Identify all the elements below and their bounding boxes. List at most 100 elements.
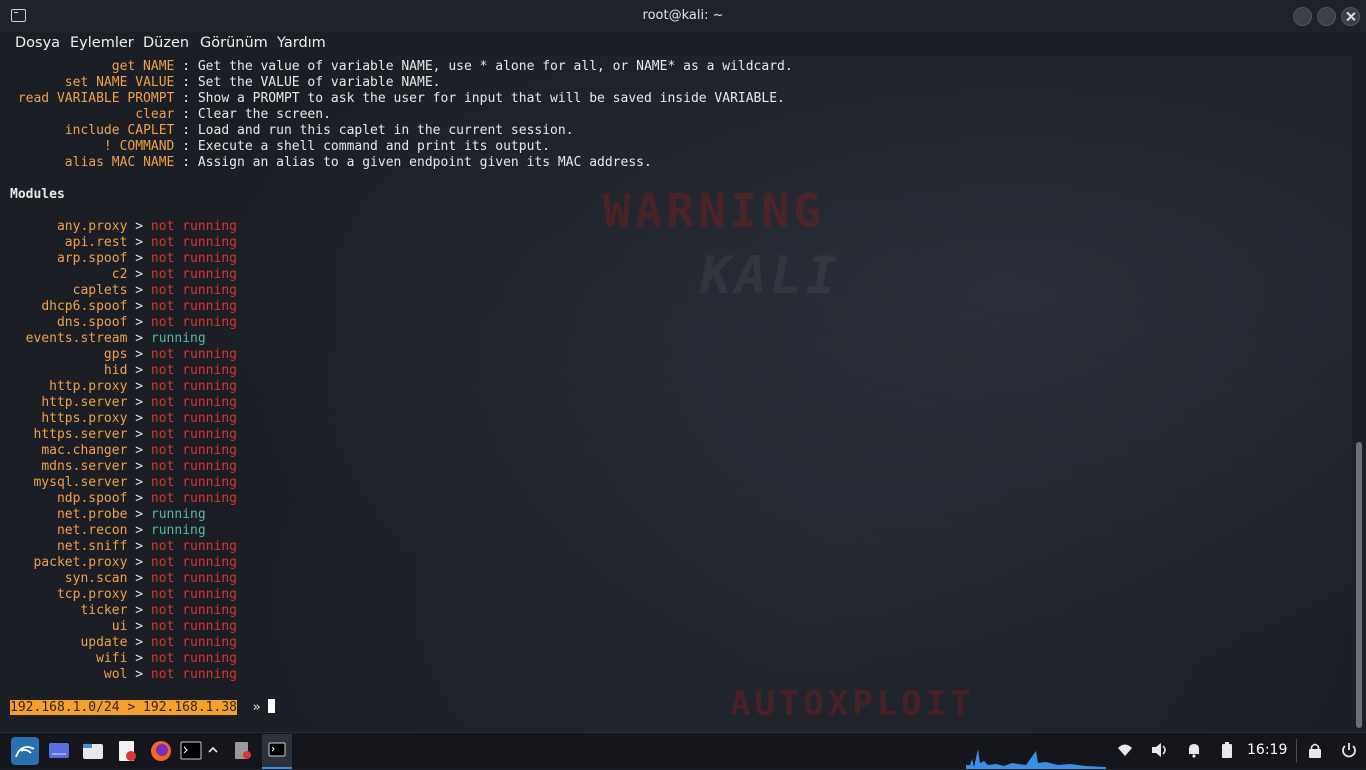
- module-name: c2: [111, 267, 128, 282]
- module-status: not running: [150, 363, 237, 378]
- text-cursor[interactable]: [268, 699, 276, 713]
- padding: [10, 155, 65, 170]
- help-command: get NAME: [111, 59, 175, 74]
- separator: >: [127, 571, 151, 586]
- battery-icon[interactable]: [1221, 742, 1233, 762]
- separator: :: [174, 155, 198, 170]
- module-name: mdns.server: [41, 459, 128, 474]
- module-row: api.rest > not running: [10, 235, 1352, 251]
- volume-icon[interactable]: [1151, 742, 1169, 762]
- module-row: dhcp6.spoof > not running: [10, 299, 1352, 315]
- file-manager-icon[interactable]: [82, 740, 104, 762]
- module-row: http.proxy > not running: [10, 379, 1352, 395]
- module-row: packet.proxy > not running: [10, 555, 1352, 571]
- module-status: not running: [150, 491, 237, 506]
- padding: [237, 700, 253, 715]
- close-button[interactable]: [1341, 7, 1360, 26]
- module-name: events.stream: [25, 331, 128, 346]
- lock-icon[interactable]: [1308, 742, 1322, 762]
- module-name: net.sniff: [56, 539, 128, 554]
- module-name: caplets: [72, 283, 128, 298]
- network-activity-graph: [966, 749, 1106, 769]
- menu-edit[interactable]: Düzen: [143, 35, 189, 51]
- kali-menu-icon[interactable]: [11, 737, 39, 765]
- firefox-icon[interactable]: [150, 740, 172, 762]
- padding: [10, 379, 49, 394]
- module-name: packet.proxy: [33, 555, 128, 570]
- help-command: set NAME VALUE: [64, 75, 175, 90]
- module-row: ui > not running: [10, 619, 1352, 635]
- terminal-scrollbar[interactable]: [1352, 56, 1366, 732]
- padding: [10, 91, 18, 106]
- minimize-button[interactable]: [1293, 7, 1312, 26]
- padding: [10, 555, 33, 570]
- workspace-icon[interactable]: [48, 740, 70, 762]
- module-status: not running: [150, 603, 237, 618]
- separator: >: [127, 219, 151, 234]
- module-name: arp.spoof: [56, 251, 128, 266]
- padding: [10, 539, 57, 554]
- module-row: net.probe > running: [10, 507, 1352, 523]
- separator: >: [127, 619, 151, 634]
- module-row: wol > not running: [10, 667, 1352, 683]
- padding: [10, 59, 112, 74]
- padding: [10, 491, 57, 506]
- prompt-line[interactable]: 192.168.1.0/24 > 192.168.1.38 »: [10, 699, 1352, 715]
- separator: >: [127, 603, 151, 618]
- scrollbar-thumb[interactable]: [1356, 442, 1362, 728]
- notification-bell-icon[interactable]: [1186, 742, 1202, 762]
- menu-view[interactable]: Görünüm: [200, 35, 268, 51]
- separator: >: [127, 587, 151, 602]
- separator: :: [174, 107, 198, 122]
- padding: [10, 75, 65, 90]
- padding: [10, 443, 41, 458]
- tray-divider: [1296, 739, 1297, 763]
- help-description: Load and run this caplet in the current …: [197, 123, 574, 138]
- help-line: include CAPLET : Load and run this caple…: [10, 123, 1352, 139]
- padding: [10, 635, 80, 650]
- menu-actions[interactable]: Eylemler: [70, 35, 134, 51]
- maximize-button[interactable]: [1317, 7, 1336, 26]
- terminal-view[interactable]: WARNING KALI AUTOXPLOIT get NAME : Get t…: [0, 56, 1352, 732]
- help-command: ! COMMAND: [103, 139, 175, 154]
- padding: [10, 299, 41, 314]
- app-icon[interactable]: [232, 740, 254, 762]
- module-name: http.proxy: [49, 379, 128, 394]
- padding: [10, 411, 41, 426]
- module-row: ticker > not running: [10, 603, 1352, 619]
- module-row: c2 > not running: [10, 267, 1352, 283]
- padding: [10, 427, 33, 442]
- wifi-icon[interactable]: [1117, 742, 1133, 762]
- help-description: Set the VALUE of variable NAME.: [197, 75, 441, 90]
- module-status: not running: [150, 459, 237, 474]
- separator: >: [127, 635, 151, 650]
- chevron-up-icon[interactable]: [206, 742, 228, 764]
- separator: >: [127, 379, 151, 394]
- menu-bar: Dosya Eylemler Düzen Görünüm Yardım: [0, 32, 1366, 56]
- menu-help[interactable]: Yardım: [277, 35, 326, 51]
- terminal-icon[interactable]: [180, 740, 202, 762]
- text-editor-icon[interactable]: [116, 740, 138, 762]
- taskbar-clock[interactable]: 16:19: [1247, 742, 1287, 758]
- window-titlebar[interactable]: root@kali: ~: [0, 0, 1366, 33]
- module-name: ticker: [80, 603, 128, 618]
- module-status: not running: [150, 299, 237, 314]
- power-icon[interactable]: [1341, 742, 1357, 762]
- module-status: not running: [150, 555, 237, 570]
- active-terminal-icon[interactable]: [262, 734, 292, 769]
- padding: [10, 107, 135, 122]
- padding: [10, 523, 57, 538]
- padding: [10, 219, 57, 234]
- module-row: hid > not running: [10, 363, 1352, 379]
- module-row: net.sniff > not running: [10, 539, 1352, 555]
- module-name: dhcp6.spoof: [41, 299, 128, 314]
- help-description: Get the value of variable NAME, use * al…: [197, 59, 793, 74]
- window-title: root@kali: ~: [642, 8, 724, 23]
- separator: >: [127, 347, 151, 362]
- module-row: update > not running: [10, 635, 1352, 651]
- module-row: mac.changer > not running: [10, 443, 1352, 459]
- module-status: not running: [150, 539, 237, 554]
- menu-file[interactable]: Dosya: [15, 35, 60, 51]
- module-status: not running: [150, 571, 237, 586]
